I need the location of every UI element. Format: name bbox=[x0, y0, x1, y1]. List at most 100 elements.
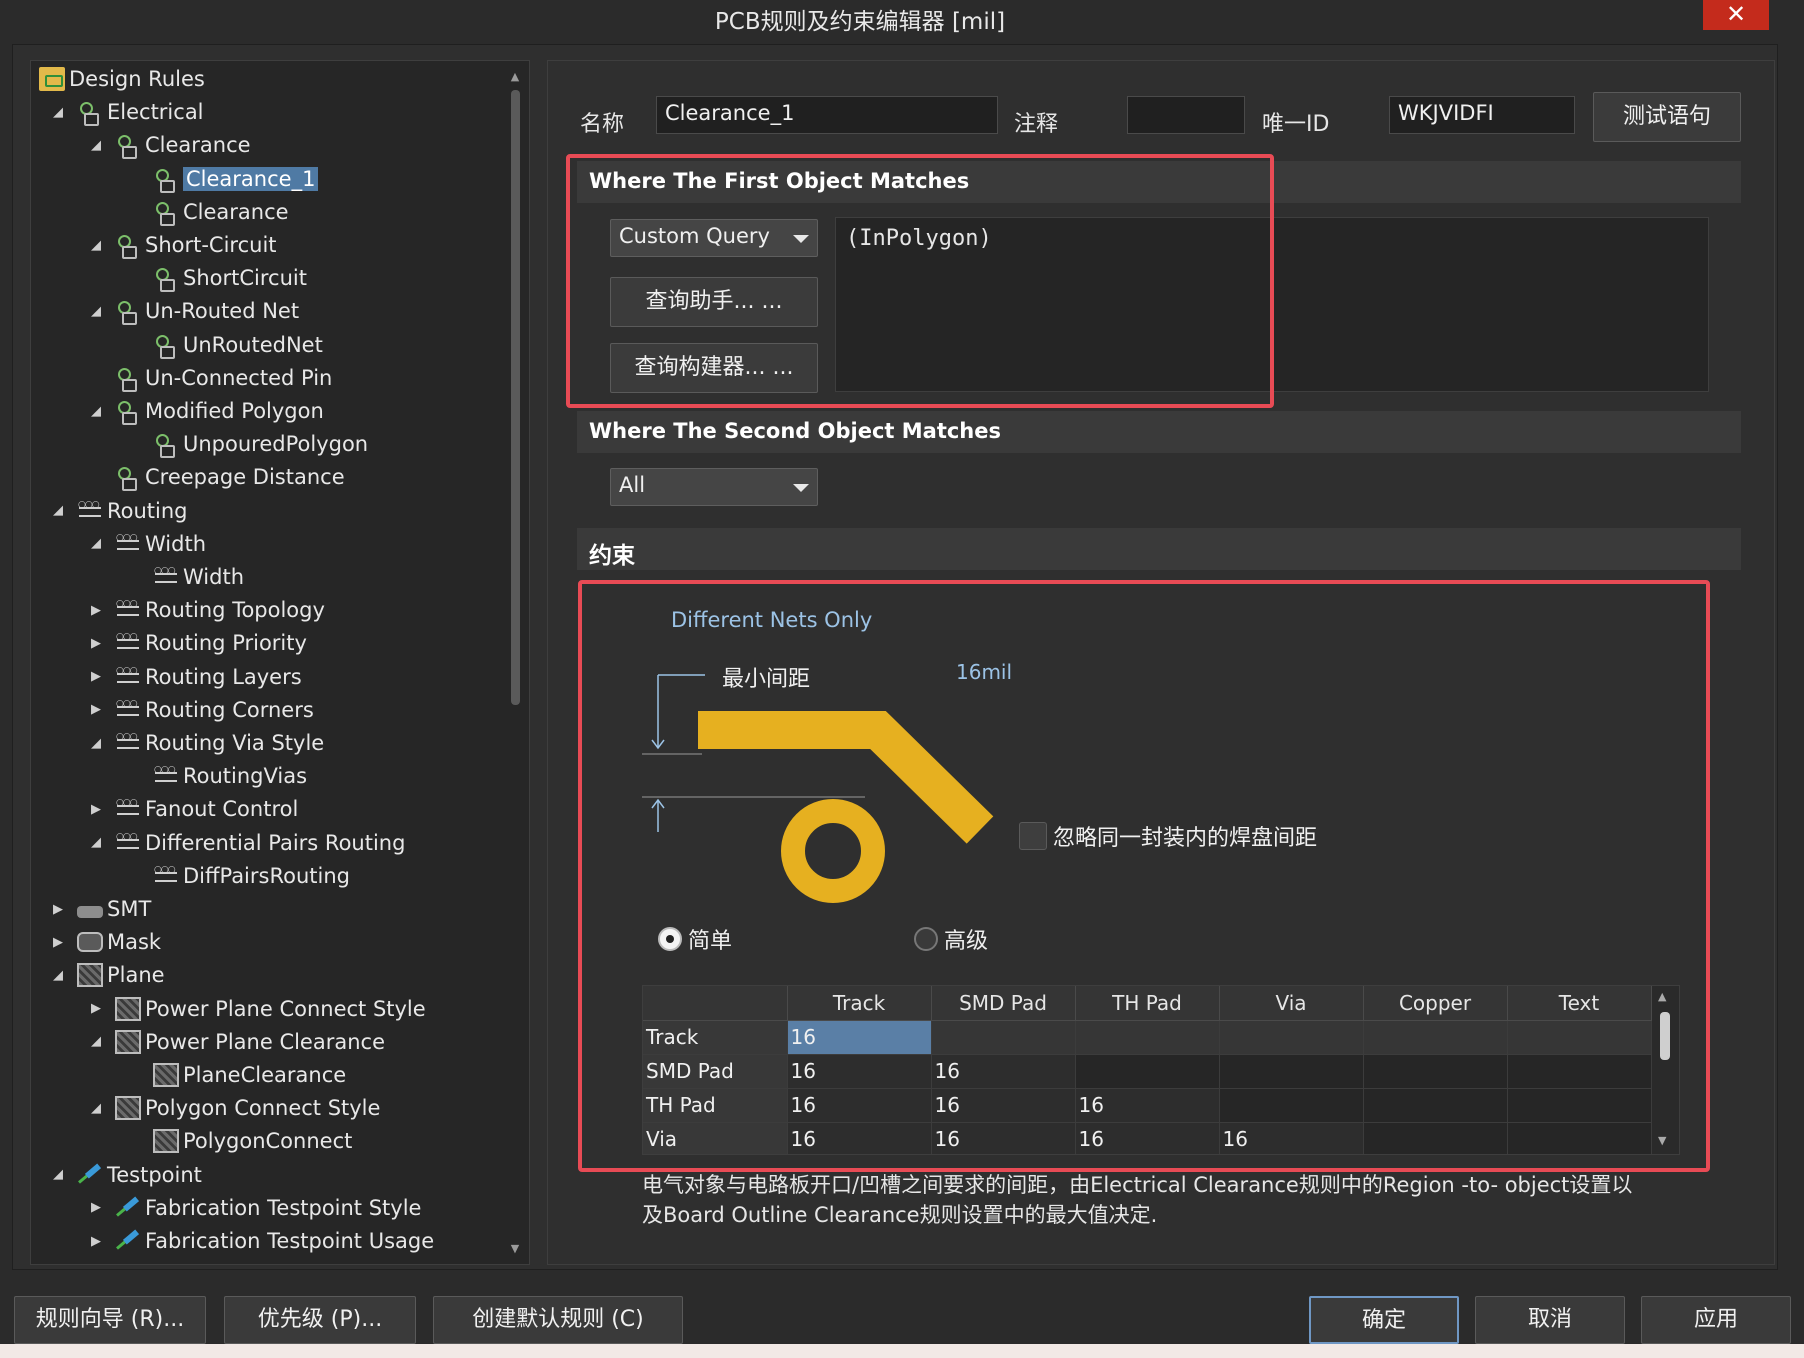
tree-item[interactable]: ◢ Short-Circuit bbox=[91, 229, 277, 261]
collapse-arrow-icon[interactable]: ◢ bbox=[51, 105, 65, 120]
tree-item[interactable]: ◢ Testpoint bbox=[53, 1159, 202, 1191]
expand-arrow-icon[interactable]: ▶ bbox=[89, 636, 103, 651]
tree-item-label: Testpoint bbox=[107, 1162, 202, 1187]
ok-button[interactable]: 确定 bbox=[1309, 1296, 1459, 1344]
expand-arrow-icon[interactable]: ▶ bbox=[89, 1234, 103, 1249]
tree-item-label: PolygonConnect bbox=[183, 1129, 353, 1154]
collapse-arrow-icon[interactable]: ◢ bbox=[51, 1167, 65, 1182]
tree-item[interactable]: ◢Design Rules bbox=[39, 63, 205, 95]
scroll-up-icon[interactable]: ▲ bbox=[508, 70, 522, 83]
expand-arrow-icon[interactable]: ▶ bbox=[89, 1001, 103, 1016]
tree-item-label: UnRoutedNet bbox=[183, 332, 323, 357]
expand-arrow-icon[interactable]: ▶ bbox=[89, 802, 103, 817]
tree-item[interactable]: UnRoutedNet bbox=[153, 329, 323, 361]
tree-item[interactable]: ▶ Mask bbox=[53, 926, 161, 958]
collapse-arrow-icon[interactable]: ◢ bbox=[89, 138, 103, 153]
tree-item[interactable]: ◢ Electrical bbox=[53, 96, 204, 128]
expand-arrow-icon[interactable]: ▶ bbox=[89, 603, 103, 618]
comment-label: 注释 bbox=[1014, 112, 1059, 137]
tree-item[interactable]: ◢ Routing bbox=[53, 495, 188, 527]
tree-item[interactable]: Clearance bbox=[153, 196, 289, 228]
comment-field[interactable] bbox=[1127, 96, 1245, 134]
tree-item[interactable]: Width bbox=[153, 561, 244, 593]
collapse-arrow-icon[interactable]: ◢ bbox=[89, 1101, 103, 1116]
tree-item[interactable]: Creepage Distance bbox=[115, 461, 345, 493]
electrical-rule-icon bbox=[153, 266, 179, 293]
collapse-arrow-icon[interactable]: ◢ bbox=[89, 238, 103, 253]
tree-item-label: Short-Circuit bbox=[145, 233, 277, 257]
rule-wizard-button[interactable]: 规则向导 (R)... bbox=[14, 1296, 206, 1344]
tree-item-label: RoutingVias bbox=[183, 764, 308, 789]
scroll-down-icon[interactable]: ▼ bbox=[508, 1242, 522, 1255]
tree-item[interactable]: PolygonConnect bbox=[153, 1125, 352, 1157]
apply-button[interactable]: 应用 bbox=[1641, 1296, 1791, 1344]
tree-item[interactable]: ▶ Power Plane Connect Style bbox=[91, 993, 426, 1025]
unique-id-label: 唯一ID bbox=[1262, 112, 1330, 137]
tree-scrollbar[interactable]: ▲ ▼ bbox=[508, 70, 522, 1260]
tree-item[interactable]: ◢ Un-Routed Net bbox=[91, 295, 299, 327]
name-label: 名称 bbox=[580, 112, 625, 137]
second-match-dropdown[interactable]: All bbox=[610, 468, 818, 506]
tree-item-label: Routing Corners bbox=[145, 697, 314, 722]
tree-item-label: Creepage Distance bbox=[145, 465, 345, 490]
tree-item[interactable]: RoutingVias bbox=[153, 760, 307, 792]
collapse-arrow-icon[interactable]: ◢ bbox=[89, 1034, 103, 1049]
collapse-arrow-icon[interactable]: ◢ bbox=[89, 835, 103, 850]
tree-item[interactable]: Clearance_1 bbox=[153, 163, 319, 195]
mask-rule-icon bbox=[77, 932, 103, 953]
tree-item[interactable]: ◢ Differential Pairs Routing bbox=[91, 827, 405, 859]
tree-item[interactable]: ▶ SMT bbox=[53, 893, 151, 925]
tree-item[interactable]: ShortCircuit bbox=[153, 262, 307, 294]
tree-item[interactable]: ◢ Modified Polygon bbox=[91, 395, 324, 427]
electrical-rule-icon bbox=[115, 299, 141, 326]
expand-arrow-icon[interactable]: ▶ bbox=[51, 902, 65, 917]
electrical-rule-icon bbox=[77, 100, 103, 127]
tree-item[interactable]: Un-Connected Pin bbox=[115, 362, 332, 394]
tree-item[interactable]: ▶ Routing Topology bbox=[91, 594, 325, 626]
tree-item[interactable]: UnpouredPolygon bbox=[153, 428, 368, 460]
tree-item[interactable]: PlaneClearance bbox=[153, 1059, 346, 1091]
expand-arrow-icon[interactable]: ▶ bbox=[51, 935, 65, 950]
note-line-1: 电气对象与电路板开口/凹槽之间要求的间距，由Electrical Clearan… bbox=[642, 1173, 1633, 1197]
tree-item[interactable]: ▶ Routing Priority bbox=[91, 627, 307, 659]
create-default-rules-button[interactable]: 创建默认规则 (C) bbox=[433, 1296, 683, 1344]
priority-button[interactable]: 优先级 (P)... bbox=[224, 1296, 416, 1344]
collapse-arrow-icon[interactable]: ◢ bbox=[89, 536, 103, 551]
electrical-rule-icon bbox=[115, 399, 141, 425]
tree-item[interactable]: ◢ Power Plane Clearance bbox=[91, 1026, 385, 1058]
tree-item[interactable]: DiffPairsRouting bbox=[153, 860, 350, 892]
collapse-arrow-icon[interactable]: ◢ bbox=[89, 304, 103, 319]
unique-id-field[interactable]: WKJVIDFI bbox=[1389, 96, 1575, 134]
plane-rule-icon bbox=[77, 963, 103, 988]
expand-arrow-icon[interactable]: ▶ bbox=[89, 669, 103, 684]
close-button[interactable]: ✕ bbox=[1703, 0, 1769, 30]
collapse-arrow-icon[interactable]: ◢ bbox=[51, 503, 65, 518]
tree-scroll-thumb[interactable] bbox=[511, 90, 520, 705]
tree-item[interactable]: ◢ Routing Via Style bbox=[91, 727, 324, 759]
tree-item[interactable]: ▶ Fabrication Testpoint Usage bbox=[91, 1225, 434, 1257]
routing-rule-icon bbox=[153, 864, 179, 888]
expand-arrow-icon[interactable]: ▶ bbox=[89, 702, 103, 717]
cancel-button[interactable]: 取消 bbox=[1475, 1296, 1625, 1344]
electrical-rule-icon bbox=[153, 333, 179, 359]
tree-item[interactable]: ◢ Clearance bbox=[91, 129, 251, 161]
tree-item[interactable]: ▶ Fanout Control bbox=[91, 793, 298, 825]
electrical-rule-icon bbox=[115, 366, 141, 392]
tree-item[interactable]: ▶ Routing Corners bbox=[91, 694, 314, 726]
tree-item[interactable]: ▶ Fabrication Testpoint Style bbox=[91, 1192, 421, 1224]
tree-item[interactable]: ▶ Routing Layers bbox=[91, 661, 302, 693]
test-query-button[interactable]: 测试语句 bbox=[1593, 92, 1741, 142]
expand-arrow-icon[interactable]: ▶ bbox=[89, 1200, 103, 1215]
tree-item[interactable]: ◢ Plane bbox=[53, 959, 165, 991]
testpoint-rule-icon bbox=[115, 1229, 141, 1253]
name-field[interactable]: Clearance_1 bbox=[656, 96, 998, 134]
tree-item-label: PlaneClearance bbox=[183, 1063, 347, 1087]
collapse-arrow-icon[interactable]: ◢ bbox=[89, 736, 103, 751]
collapse-arrow-icon[interactable]: ◢ bbox=[89, 404, 103, 419]
tree-item[interactable]: ◢ Polygon Connect Style bbox=[91, 1092, 380, 1124]
tree-item-label: Un-Connected Pin bbox=[145, 365, 333, 390]
smt-rule-icon bbox=[77, 906, 103, 918]
collapse-arrow-icon[interactable]: ◢ bbox=[51, 968, 65, 983]
second-match-dropdown-value: All bbox=[619, 473, 646, 497]
tree-item[interactable]: ◢ Width bbox=[91, 528, 206, 560]
